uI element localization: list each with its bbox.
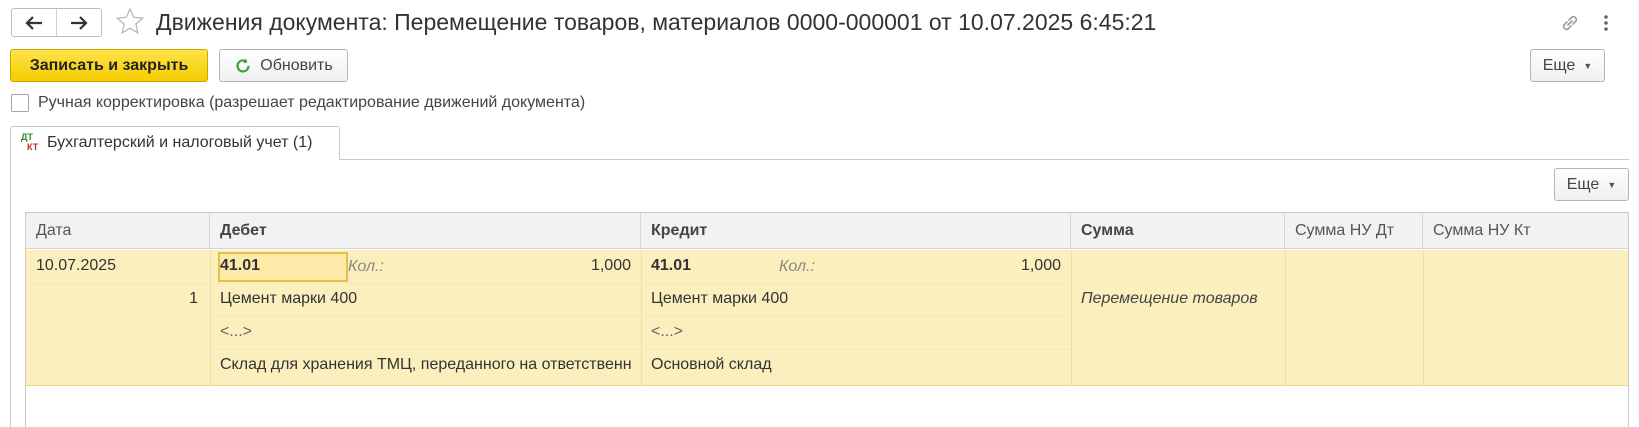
more-label-panel: Еще xyxy=(1566,175,1600,193)
cell-debit-subconto-1[interactable]: Цемент марки 400 xyxy=(220,290,357,308)
history-nav xyxy=(11,8,102,37)
cell-debit-subconto-3[interactable]: Склад для хранения ТМЦ, переданного на о… xyxy=(220,356,636,374)
row-divider xyxy=(26,283,1071,284)
column-header-amount-nu-kt[interactable]: Сумма НУ Кт xyxy=(1423,213,1628,248)
back-button[interactable] xyxy=(12,9,56,36)
column-header-amount-nu-dt[interactable]: Сумма НУ Дт xyxy=(1285,213,1423,248)
column-divider xyxy=(210,250,211,386)
cell-debit-subconto-2[interactable]: <...> xyxy=(220,323,252,341)
cell-credit-account[interactable]: 41.01 xyxy=(651,257,691,275)
column-divider xyxy=(1423,250,1424,386)
manual-correction-row: Ручная корректировка (разрешает редактир… xyxy=(11,94,585,112)
table-row[interactable]: 10.07.2025 1 41.01 Кол.: 1,000 Цемент ма… xyxy=(26,250,1628,386)
column-header-amount[interactable]: Сумма xyxy=(1071,213,1285,248)
link-icon[interactable] xyxy=(1559,12,1581,34)
arrow-left-icon xyxy=(25,15,42,30)
dt-icon-label: ДТ xyxy=(21,132,33,142)
column-divider xyxy=(641,250,642,386)
column-divider xyxy=(1071,250,1072,386)
manual-correction-label[interactable]: Ручная корректировка (разрешает редактир… xyxy=(38,94,585,112)
refresh-icon xyxy=(236,58,250,72)
refresh-label: Обновить xyxy=(260,56,333,74)
cell-debit-account[interactable]: 41.01 xyxy=(220,257,260,275)
more-button-panel[interactable]: Еще ▼ xyxy=(1554,168,1629,201)
page-title: Движения документа: Перемещение товаров,… xyxy=(156,9,1157,35)
row-divider xyxy=(210,349,1071,350)
cell-date: 10.07.2025 xyxy=(36,257,117,274)
cell-credit-subconto-2[interactable]: <...> xyxy=(651,323,683,341)
tab-accounting[interactable]: ДТ КТ Бухгалтерский и налоговый учет (1) xyxy=(10,126,340,160)
column-header-date[interactable]: Дата xyxy=(26,213,210,248)
manual-correction-checkbox[interactable] xyxy=(11,94,29,112)
cell-debit-qty[interactable]: 1,000 xyxy=(431,257,631,275)
table-header: Дата Дебет Кредит Сумма Сумма НУ Дт Сумм… xyxy=(26,213,1628,249)
caret-down-icon: ▼ xyxy=(1607,179,1617,190)
entries-table: Дата Дебет Кредит Сумма Сумма НУ Дт Сумм… xyxy=(25,212,1629,427)
more-button-top[interactable]: Еще ▼ xyxy=(1530,49,1605,82)
more-label-top: Еще xyxy=(1542,56,1576,74)
title-bar: Движения документа: Перемещение товаров,… xyxy=(0,0,1639,44)
tab-accounting-label: Бухгалтерский и налоговый учет (1) xyxy=(47,134,313,151)
forward-button[interactable] xyxy=(56,9,101,36)
kebab-icon[interactable] xyxy=(1597,12,1615,34)
column-divider xyxy=(1285,250,1286,386)
star-icon[interactable] xyxy=(115,7,145,37)
panel-border xyxy=(10,160,11,427)
arrow-right-icon xyxy=(71,15,88,30)
cell-credit-qty[interactable]: 1,000 xyxy=(861,257,1061,275)
cell-credit-qty-label: Кол.: xyxy=(779,258,815,275)
cell-credit-subconto-3[interactable]: Основной склад xyxy=(651,356,772,374)
column-header-debit[interactable]: Дебет xyxy=(210,213,641,248)
row-divider xyxy=(210,316,1071,317)
cell-credit-subconto-1[interactable]: Цемент марки 400 xyxy=(651,290,788,308)
kt-icon-label: КТ xyxy=(27,142,39,152)
dt-kt-icon: ДТ КТ xyxy=(21,132,39,154)
cell-content[interactable]: Перемещение товаров xyxy=(1081,290,1258,308)
refresh-button[interactable]: Обновить xyxy=(219,49,348,82)
cell-debit-qty-label: Кол.: xyxy=(348,258,384,275)
caret-down-icon: ▼ xyxy=(1583,60,1593,71)
cell-line-number: 1 xyxy=(189,290,198,307)
column-header-credit[interactable]: Кредит xyxy=(641,213,1071,248)
save-and-close-button[interactable]: Записать и закрыть xyxy=(10,49,208,82)
